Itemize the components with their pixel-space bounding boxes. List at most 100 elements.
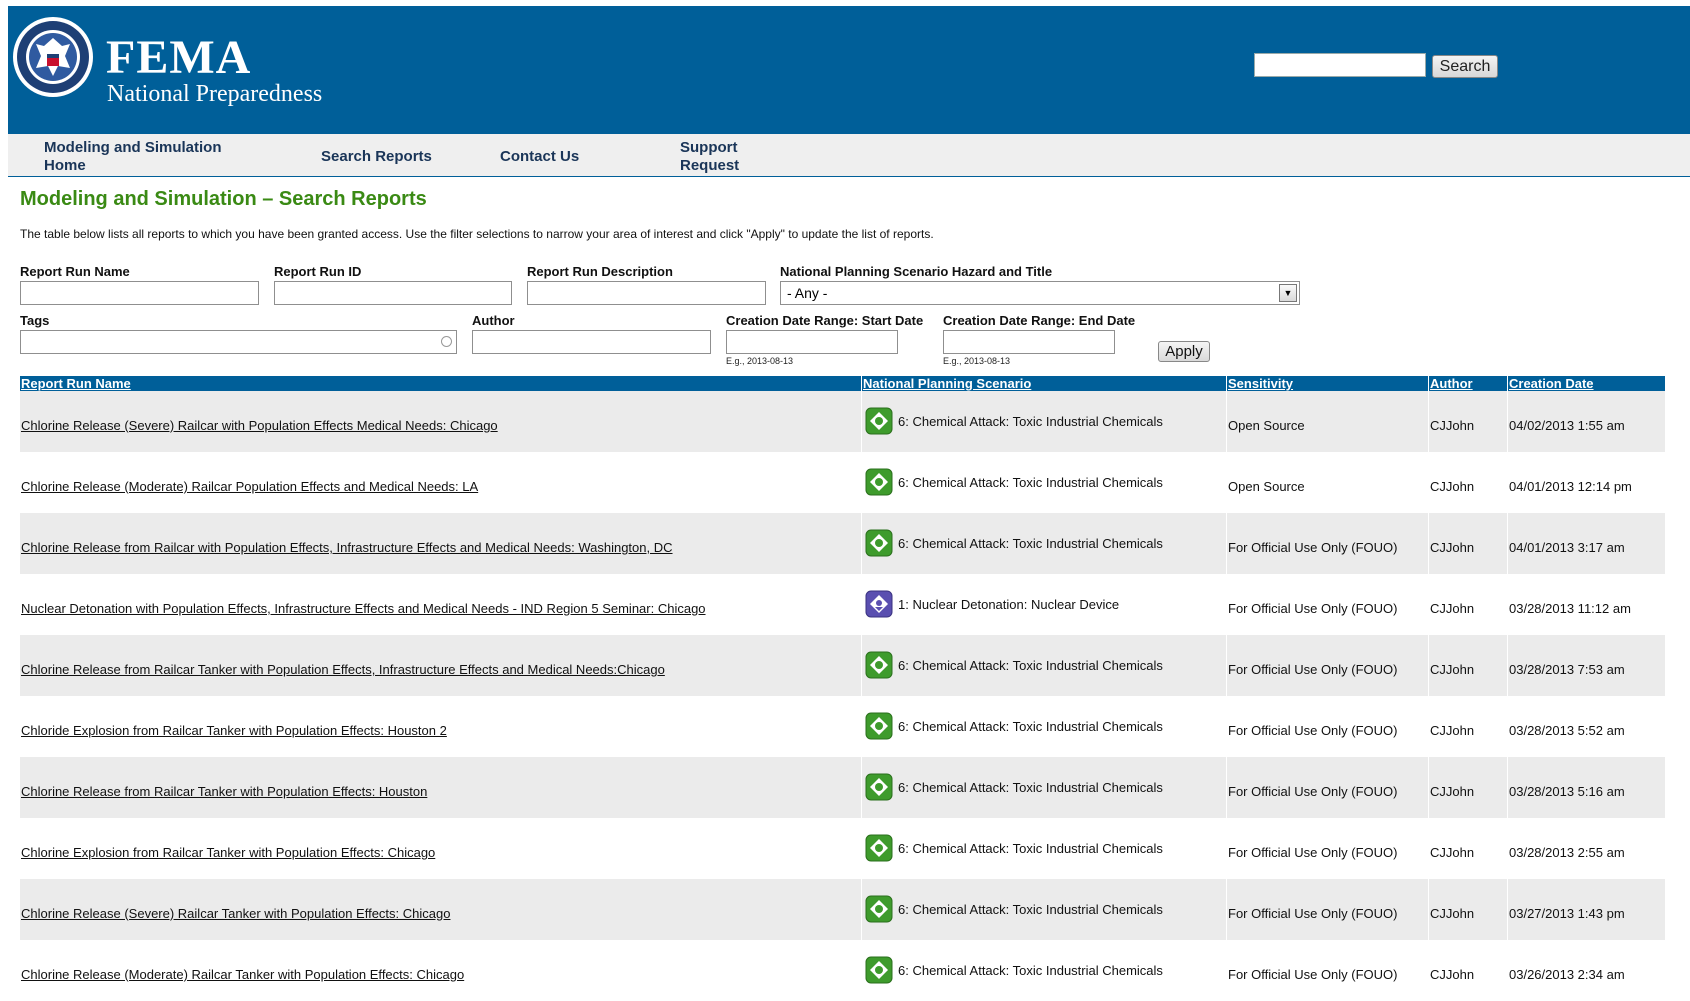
report-run-id-input[interactable] — [274, 281, 512, 305]
nav-item-contact-us[interactable]: Contact Us — [500, 148, 579, 166]
end-date-input[interactable] — [943, 330, 1115, 354]
author-cell: CJJohn — [1430, 723, 1475, 738]
fema-logo-subtitle: National Preparedness — [107, 81, 323, 107]
loading-circle-icon — [441, 336, 452, 347]
scenario-cell: 6: Chemical Attack: Toxic Industrial Che… — [898, 963, 1163, 978]
fema-logo-title: FEMA — [106, 31, 252, 84]
report-link[interactable]: Chlorine Explosion from Railcar Tanker w… — [21, 846, 435, 860]
column-header-national-planning-scenario[interactable]: National Planning Scenario — [863, 376, 1031, 391]
nav-item-search-reports[interactable]: Search Reports — [321, 148, 432, 166]
report-run-name-label: Report Run Name — [20, 264, 130, 279]
report-link[interactable]: Chloride Explosion from Railcar Tanker w… — [21, 724, 447, 738]
sensitivity-cell: For Official Use Only (FOUO) — [1228, 845, 1398, 860]
tags-input[interactable] — [20, 330, 457, 354]
table-row: Chlorine Release (Moderate) Railcar Tank… — [20, 940, 1665, 1001]
chemical-hazard-icon — [865, 712, 893, 740]
table-header-row: Report Run Name National Planning Scenar… — [20, 376, 1665, 391]
author-cell: CJJohn — [1430, 906, 1475, 921]
column-header-author[interactable]: Author — [1430, 376, 1473, 391]
hazard-select-value: - Any - — [787, 285, 828, 301]
table-row: Chlorine Release from Railcar Tanker wit… — [20, 635, 1665, 696]
sensitivity-cell: For Official Use Only (FOUO) — [1228, 601, 1398, 616]
author-cell: CJJohn — [1430, 601, 1475, 616]
start-date-hint: E.g., 2013-08-13 — [726, 356, 794, 366]
sensitivity-cell: For Official Use Only (FOUO) — [1228, 906, 1398, 921]
creation-date-cell: 03/27/2013 1:43 pm — [1509, 906, 1625, 921]
report-link[interactable]: Chlorine Release (Moderate) Railcar Popu… — [21, 480, 478, 494]
report-link[interactable]: Chlorine Release from Railcar Tanker wit… — [21, 663, 665, 677]
nav-item-support-request[interactable]: Support Request — [680, 139, 750, 175]
column-header-report-run-name[interactable]: Report Run Name — [21, 376, 131, 391]
chemical-hazard-icon — [865, 407, 893, 435]
nuclear-hazard-icon — [865, 590, 893, 618]
sensitivity-cell: Open Source — [1228, 479, 1305, 494]
page-intro-text: The table below lists all reports to whi… — [20, 227, 934, 241]
report-link[interactable]: Chlorine Release from Railcar Tanker wit… — [21, 785, 427, 799]
sensitivity-cell: For Official Use Only (FOUO) — [1228, 540, 1398, 555]
scenario-cell: 1: Nuclear Detonation: Nuclear Device — [898, 597, 1120, 612]
chemical-hazard-icon — [865, 468, 893, 496]
table-row: Chlorine Release from Railcar Tanker wit… — [20, 757, 1665, 818]
chemical-hazard-icon — [865, 651, 893, 679]
table-row: Chlorine Explosion from Railcar Tanker w… — [20, 818, 1665, 879]
dhs-seal-logo — [13, 17, 93, 97]
author-cell: CJJohn — [1430, 967, 1475, 982]
hazard-select-label: National Planning Scenario Hazard and Ti… — [780, 264, 1053, 279]
sensitivity-cell: For Official Use Only (FOUO) — [1228, 662, 1398, 677]
column-header-sensitivity[interactable]: Sensitivity — [1228, 376, 1293, 391]
report-link[interactable]: Nuclear Detonation with Population Effec… — [21, 602, 706, 616]
sensitivity-cell: For Official Use Only (FOUO) — [1228, 723, 1398, 738]
report-run-name-input[interactable] — [20, 281, 259, 305]
author-cell: CJJohn — [1430, 418, 1475, 433]
creation-date-cell: 03/28/2013 5:16 am — [1509, 784, 1625, 799]
report-link[interactable]: Chlorine Release from Railcar with Popul… — [21, 541, 673, 555]
scenario-cell: 6: Chemical Attack: Toxic Industrial Che… — [898, 414, 1163, 429]
hazard-select[interactable]: - Any - ▼ — [780, 281, 1300, 305]
site-header: FEMA National Preparedness Search — [8, 6, 1690, 134]
main-nav: Modeling and Simulation Home Search Repo… — [8, 134, 1690, 177]
site-search-button[interactable]: Search — [1432, 55, 1498, 78]
sensitivity-cell: Open Source — [1228, 418, 1305, 433]
author-label: Author — [472, 313, 515, 328]
table-row: Chlorine Release from Railcar with Popul… — [20, 513, 1665, 574]
report-run-description-input[interactable] — [527, 281, 766, 305]
dropdown-arrow-icon[interactable]: ▼ — [1279, 284, 1297, 302]
report-link[interactable]: Chlorine Release (Severe) Railcar with P… — [21, 419, 498, 433]
tags-label: Tags — [20, 313, 50, 328]
table-row: Chlorine Release (Severe) Railcar Tanker… — [20, 879, 1665, 940]
reports-table: Report Run Name National Planning Scenar… — [20, 376, 1665, 1001]
table-row: Nuclear Detonation with Population Effec… — [20, 574, 1665, 635]
author-cell: CJJohn — [1430, 784, 1475, 799]
sensitivity-cell: For Official Use Only (FOUO) — [1228, 967, 1398, 982]
scenario-cell: 6: Chemical Attack: Toxic Industrial Che… — [898, 475, 1163, 490]
report-link[interactable]: Chlorine Release (Moderate) Railcar Tank… — [21, 968, 464, 982]
column-header-creation-date[interactable]: Creation Date — [1509, 376, 1594, 391]
author-cell: CJJohn — [1430, 479, 1475, 494]
chemical-hazard-icon — [865, 529, 893, 557]
scenario-cell: 6: Chemical Attack: Toxic Industrial Che… — [898, 841, 1163, 856]
nav-item-modeling-home[interactable]: Modeling and Simulation Home — [44, 139, 234, 175]
creation-date-cell: 03/28/2013 5:52 am — [1509, 723, 1625, 738]
end-date-label: Creation Date Range: End Date — [943, 313, 1136, 328]
author-cell: CJJohn — [1430, 845, 1475, 860]
scenario-cell: 6: Chemical Attack: Toxic Industrial Che… — [898, 719, 1163, 734]
end-date-hint: E.g., 2013-08-13 — [943, 356, 1011, 366]
table-body: Chlorine Release (Severe) Railcar with P… — [20, 391, 1665, 1001]
creation-date-cell: 04/01/2013 12:14 pm — [1509, 479, 1632, 494]
chemical-hazard-icon — [865, 773, 893, 801]
table-row: Chloride Explosion from Railcar Tanker w… — [20, 696, 1665, 757]
start-date-input[interactable] — [726, 330, 898, 354]
creation-date-cell: 03/28/2013 11:12 am — [1509, 601, 1631, 616]
scenario-cell: 6: Chemical Attack: Toxic Industrial Che… — [898, 780, 1163, 795]
author-input[interactable] — [472, 330, 711, 354]
apply-button[interactable]: Apply — [1158, 341, 1210, 362]
table-row: Chlorine Release (Moderate) Railcar Popu… — [20, 452, 1665, 513]
scenario-cell: 6: Chemical Attack: Toxic Industrial Che… — [898, 902, 1163, 917]
chemical-hazard-icon — [865, 956, 893, 984]
author-cell: CJJohn — [1430, 662, 1475, 677]
creation-date-cell: 04/01/2013 3:17 am — [1509, 540, 1625, 555]
creation-date-cell: 03/28/2013 2:55 am — [1509, 845, 1625, 860]
report-link[interactable]: Chlorine Release (Severe) Railcar Tanker… — [21, 907, 450, 921]
site-search-input[interactable] — [1254, 53, 1426, 77]
creation-date-cell: 04/02/2013 1:55 am — [1509, 418, 1625, 433]
